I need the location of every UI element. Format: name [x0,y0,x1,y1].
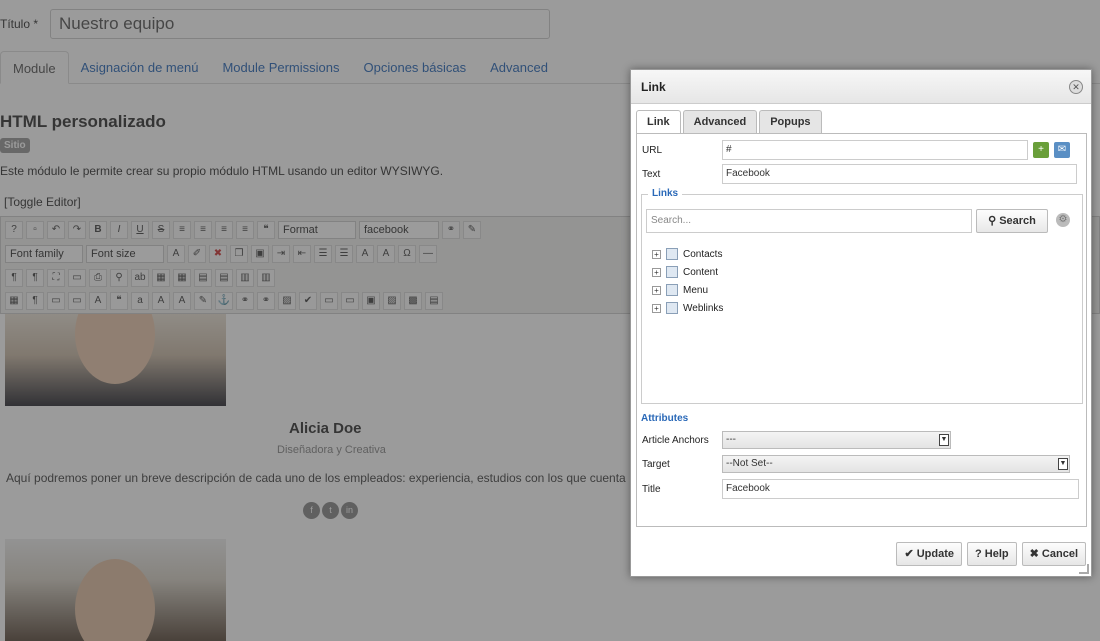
url-row: URL # + ✉ [642,140,1070,160]
expand-icon[interactable]: + [652,267,661,277]
article-anchors-select[interactable]: --- ▼ [722,431,951,449]
dialog-title: Link [641,80,666,94]
url-input[interactable]: # [722,140,1028,160]
attributes-title: Attributes [641,413,689,424]
links-tree: + Contacts + Content + Menu + Weblinks [652,245,723,317]
article-anchors-label: Article Anchors [642,434,709,446]
browse-file-icon[interactable]: + [1033,142,1049,158]
cancel-button[interactable]: ✖ Cancel [1021,542,1086,566]
tree-item-menu[interactable]: + Menu [652,281,723,299]
dialog-header: Link ✕ [631,70,1091,104]
chevron-down-icon: ▼ [939,434,949,446]
title-field-input[interactable]: Facebook [722,479,1079,499]
title-row-dialog: Title Facebook [642,479,1079,499]
text-label: Text [642,168,661,180]
tree-item-label: Content [683,266,719,278]
tab-popups[interactable]: Popups [759,110,822,134]
close-icon: ✖ [1029,548,1039,560]
text-input[interactable]: Facebook [722,164,1077,184]
expand-icon[interactable]: + [652,285,661,295]
target-value: --Not Set-- [726,458,773,469]
weblinks-icon [666,302,678,314]
help-button[interactable]: ? Help [967,542,1017,566]
tab-dialog-advanced[interactable]: Advanced [682,110,758,134]
close-icon[interactable]: ✕ [1069,80,1083,94]
article-anchors-value: --- [726,434,736,445]
content-icon [666,266,678,278]
expand-icon[interactable]: + [652,249,661,259]
tree-item-label: Weblinks [683,302,724,314]
target-label: Target [642,458,670,470]
tree-item-label: Contacts [683,248,723,260]
links-search-input[interactable]: Search... [646,209,972,233]
search-button-label: Search [999,215,1036,227]
url-label: URL [642,144,663,156]
contacts-icon [666,248,678,260]
resize-handle[interactable] [1079,564,1089,574]
target-select[interactable]: --Not Set-- ▼ [722,455,1070,473]
tree-item-contacts[interactable]: + Contacts [652,245,723,263]
dialog-tabs: Link Advanced Popups [636,110,822,135]
cancel-button-label: Cancel [1041,548,1078,560]
link-dialog: Link ✕ Link Advanced Popups URL # + ✉ Te… [630,69,1092,577]
text-row: Text Facebook [642,164,1077,184]
links-legend: Links [648,188,683,199]
tree-item-weblinks[interactable]: + Weblinks [652,299,723,317]
question-icon: ? [975,548,982,560]
menu-icon [666,284,678,296]
article-anchors-row: Article Anchors --- ▼ [642,431,951,449]
search-icon: ⚲ [988,215,997,227]
email-link-icon[interactable]: ✉ [1054,142,1070,158]
tree-item-label: Menu [683,284,709,296]
help-button-label: Help [984,548,1009,560]
target-row: Target --Not Set-- ▼ [642,455,1070,473]
links-fieldset: Links Search... ⚲ Search ⚙ + Contacts + … [641,188,1083,404]
title-field-label: Title [642,483,661,495]
search-button[interactable]: ⚲ Search [976,209,1048,233]
tree-item-content[interactable]: + Content [652,263,723,281]
update-button[interactable]: ✔ Update [896,542,962,566]
gear-icon[interactable]: ⚙ [1056,213,1070,227]
tab-link[interactable]: Link [636,110,681,135]
chevron-down-icon: ▼ [1058,458,1068,470]
expand-icon[interactable]: + [652,303,661,313]
dialog-panel: URL # + ✉ Text Facebook Links Search... … [636,133,1087,527]
update-button-label: Update [916,548,954,560]
check-icon: ✔ [904,548,914,560]
dialog-buttons: ✔ Update ? Help ✖ Cancel [896,542,1086,566]
